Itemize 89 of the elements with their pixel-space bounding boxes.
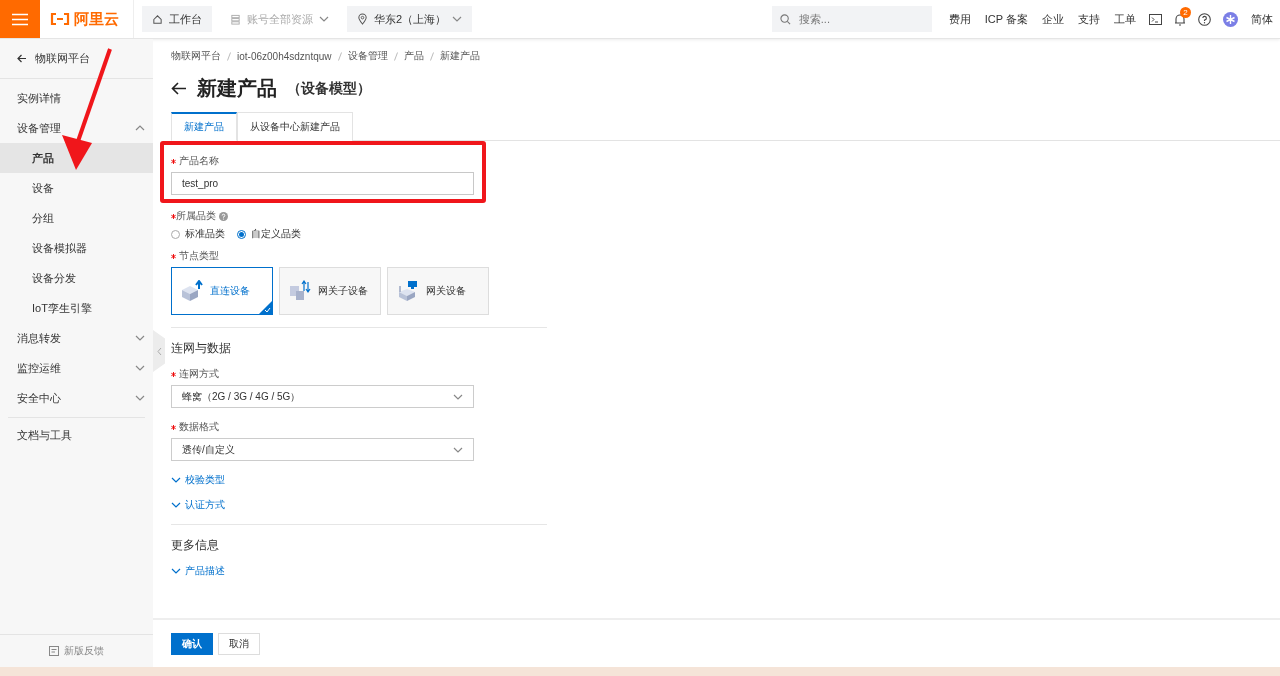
radio-option[interactable]: 自定义品类 [237, 227, 301, 241]
top-link[interactable]: 支持 [1078, 11, 1100, 27]
help-icon[interactable] [1198, 12, 1211, 26]
notification-badge: 2 [1180, 6, 1191, 18]
menu-icon [12, 12, 28, 26]
slash-icon [337, 51, 342, 61]
sidebar-item[interactable]: 安全中心 [0, 383, 153, 413]
field-label: 数据格式 [171, 420, 1262, 434]
sidebar-subitem[interactable]: 设备分发 [0, 263, 153, 293]
slash-icon [227, 51, 231, 61]
breadcrumb-link[interactable]: 产品 [403, 49, 424, 63]
tab[interactable]: 从设备中心新建产品 [237, 112, 353, 141]
tab[interactable]: 新建产品 [171, 112, 237, 141]
terminal-icon[interactable] [1149, 13, 1162, 25]
back-arrow-icon[interactable] [171, 82, 187, 95]
sidebar-subitem[interactable]: 设备 [0, 173, 153, 203]
home-icon [152, 13, 163, 25]
stacked-box-arrow-icon [180, 280, 204, 302]
logo-text: 阿里云 [74, 9, 119, 29]
chevron-icon [453, 446, 463, 453]
node-type-card[interactable]: 网关子设备 [279, 267, 381, 315]
chevron-icon [135, 365, 145, 371]
field-label: 产品名称 [171, 154, 474, 168]
chevron-icon [171, 477, 181, 483]
page-title: 新建产品 [197, 76, 277, 101]
expand-link[interactable]: 产品描述 [171, 564, 225, 578]
cancel-button[interactable]: 取消 [218, 632, 260, 655]
back-link[interactable]: 物联网平台 [0, 39, 153, 79]
menu-button[interactable] [0, 0, 40, 38]
sidebar-subitem[interactable]: 设备模拟器 [0, 233, 153, 263]
sidebar-item[interactable]: 文档与工具 [8, 417, 145, 453]
dropdown-select[interactable]: 透传/自定义 [171, 438, 474, 461]
search-field[interactable]: 搜索... [771, 6, 932, 32]
logo-icon [50, 13, 70, 25]
expand-link[interactable]: 认证方式 [171, 498, 225, 512]
chevron-left-icon [156, 346, 162, 356]
slash-icon [429, 51, 434, 61]
field-label: 节点类型 [171, 249, 474, 263]
top-link[interactable]: 企业 [1042, 11, 1064, 27]
dropdown-select[interactable]: 蜂窝（2G / 3G / 4G / 5G） [171, 385, 474, 408]
sidebar-subitem[interactable]: 产品 [0, 143, 153, 173]
chevron-icon [171, 502, 181, 508]
slash-icon [393, 51, 398, 61]
language-link[interactable]: 简体 [1251, 11, 1273, 27]
breadcrumb-link[interactable]: 物联网平台 [171, 49, 221, 63]
gateway-monitor-icon [396, 280, 420, 302]
server-icon [230, 13, 241, 25]
back-arrow-icon [17, 54, 27, 63]
confirm-button[interactable]: 确认 [171, 632, 213, 655]
sidebar-item[interactable]: 实例详情 [0, 83, 153, 113]
top-link[interactable]: 工单 [1114, 11, 1136, 27]
sidebar-item[interactable]: 监控运维 [0, 353, 153, 383]
feedback-icon [49, 646, 59, 656]
page-subtitle: （设备模型） [287, 79, 371, 98]
feedback-link[interactable]: 新版反馈 [0, 634, 153, 667]
sidebar-subitem[interactable]: IoT孪生引擎 [0, 293, 153, 323]
chevron-icon [135, 395, 145, 401]
sidebar-item[interactable]: 设备管理 [0, 113, 153, 143]
caret-icon [319, 16, 329, 22]
radio-option[interactable]: 标准品类 [171, 227, 225, 241]
field-label: 连网方式 [171, 367, 1262, 381]
node-type-card[interactable]: 直连设备 [171, 267, 273, 315]
chevron-icon [171, 568, 181, 574]
chevron-icon [453, 393, 463, 400]
expand-link[interactable]: 校验类型 [171, 473, 225, 487]
sidebar-item[interactable]: 消息转发 [0, 323, 153, 353]
avatar-icon[interactable] [1223, 11, 1238, 27]
search-input[interactable]: 搜索... [796, 12, 921, 26]
caret-icon [452, 16, 463, 22]
location-pin-icon [357, 13, 368, 25]
product-name-field[interactable]: test_pro [171, 172, 474, 195]
chevron-icon [135, 125, 145, 131]
nav-button[interactable]: 华东2（上海） [347, 6, 473, 32]
top-link[interactable]: 费用 [948, 11, 971, 27]
section-title: 更多信息 [171, 537, 220, 554]
top-link[interactable]: ICP 备案 [984, 11, 1028, 27]
bell-icon[interactable] [1174, 12, 1186, 26]
cubes-arrows-icon [288, 280, 312, 302]
chevron-icon [135, 335, 145, 341]
field-label: 所属品类 [171, 209, 216, 223]
node-type-card[interactable]: 网关设备 [387, 267, 489, 315]
check-corner-icon [259, 301, 272, 314]
sidebar-subitem[interactable]: 分组 [0, 203, 153, 233]
search-icon [779, 13, 791, 25]
breadcrumb-link[interactable]: 设备管理 [347, 49, 388, 63]
breadcrumb-link[interactable]: iot-06z00h4sdzntquw [237, 50, 332, 62]
nav-button[interactable]: 工作台 [142, 6, 212, 32]
breadcrumb-link[interactable]: 新建产品 [439, 49, 480, 63]
section-title: 连网与数据 [171, 340, 232, 357]
